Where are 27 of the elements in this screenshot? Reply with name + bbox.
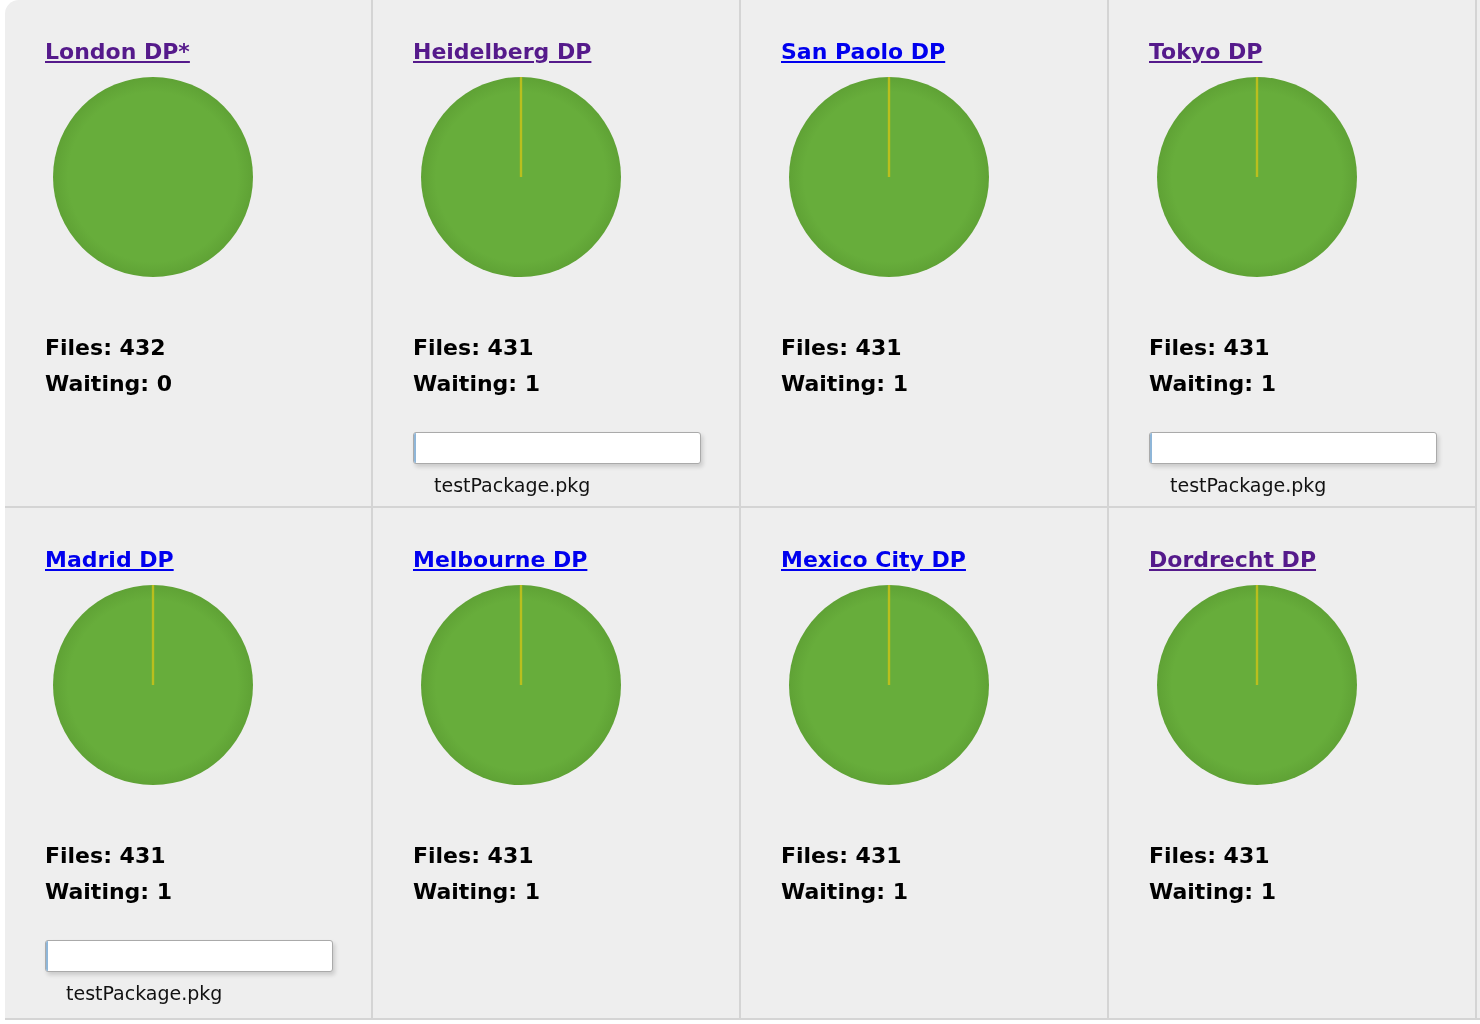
files-count: Files: 431	[45, 842, 166, 870]
files-count: Files: 431	[781, 334, 902, 362]
distribution-point-link[interactable]: San Paolo DP	[781, 37, 946, 67]
waiting-count: Waiting: 1	[781, 878, 909, 906]
waiting-count: Waiting: 1	[781, 370, 909, 398]
distribution-point-link[interactable]: Madrid DP	[45, 545, 174, 575]
waiting-count: Waiting: 1	[413, 878, 541, 906]
files-count: Files: 431	[413, 334, 534, 362]
distribution-point-link[interactable]: Mexico City DP	[781, 545, 966, 575]
waiting-count: Waiting: 1	[1149, 878, 1277, 906]
files-count: Files: 431	[1149, 842, 1270, 870]
distribution-point-link[interactable]: Melbourne DP	[413, 545, 588, 575]
files-count: Files: 432	[45, 334, 166, 362]
waiting-count: Waiting: 1	[45, 878, 173, 906]
distribution-point-link[interactable]: London DP*	[45, 37, 190, 67]
distribution-point-link[interactable]: Dordrecht DP	[1149, 545, 1316, 575]
waiting-count: Waiting: 1	[1149, 370, 1277, 398]
distribution-point-link[interactable]: Tokyo DP	[1149, 37, 1263, 67]
package-file-name: testPackage.pkg	[434, 474, 591, 496]
files-count: Files: 431	[781, 842, 902, 870]
package-file-name: testPackage.pkg	[1170, 474, 1327, 496]
waiting-count: Waiting: 1	[413, 370, 541, 398]
package-file-name: testPackage.pkg	[66, 982, 223, 1004]
distribution-point-link[interactable]: Heidelberg DP	[413, 37, 592, 67]
files-count: Files: 431	[413, 842, 534, 870]
files-count: Files: 431	[1149, 334, 1270, 362]
waiting-count: Waiting: 0	[45, 370, 173, 398]
